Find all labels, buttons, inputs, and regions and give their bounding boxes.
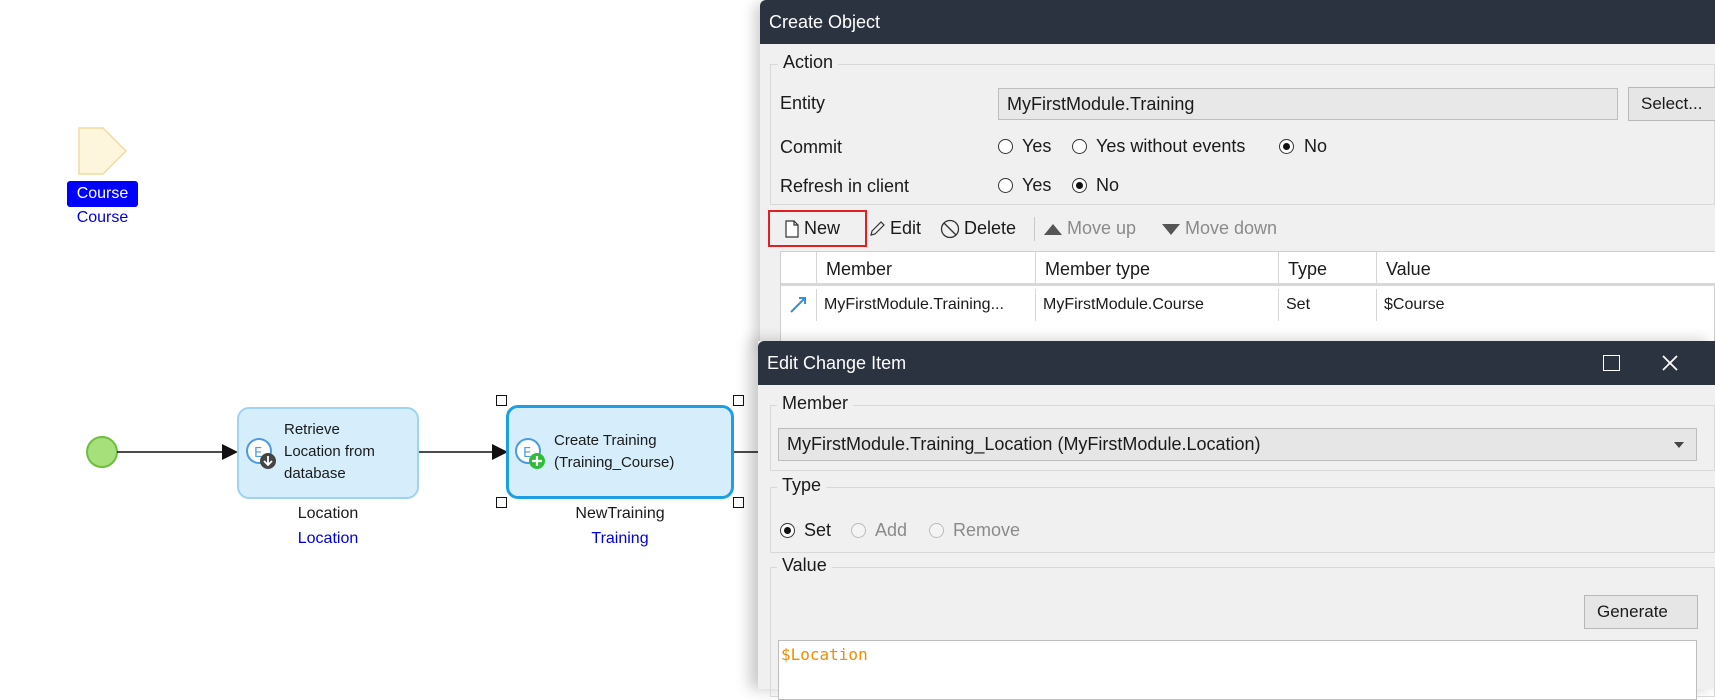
row-icon-cell — [781, 289, 817, 321]
commit-option-no: No — [1304, 136, 1328, 156]
edit-change-item-titlebar: Edit Change Item — [758, 341, 1715, 385]
column-header-member-type[interactable]: Member type — [1036, 252, 1279, 286]
type-radio-add[interactable] — [851, 523, 866, 538]
parameter-shape[interactable] — [78, 127, 128, 175]
selection-handle[interactable] — [733, 497, 744, 508]
edit-change-item-dialog: Edit Change Item Member MyFirstModule.Tr… — [758, 341, 1715, 700]
new-button[interactable]: New — [784, 218, 840, 239]
new-document-icon — [785, 219, 799, 238]
start-event[interactable] — [86, 436, 118, 468]
member-dropdown[interactable]: MyFirstModule.Training_Location (MyFirst… — [778, 428, 1697, 461]
type-radio-set[interactable] — [780, 523, 795, 538]
refresh-option-no: No — [1096, 175, 1120, 195]
activity-text-line: Retrieve — [284, 421, 340, 438]
entity-field[interactable]: MyFirstModule.Training — [998, 88, 1618, 120]
type-group — [770, 487, 1715, 553]
activity-create-object[interactable]: E Create Training (Training_Course) — [506, 405, 734, 499]
prohibited-icon — [940, 219, 960, 238]
activity-output-type: Location — [297, 530, 359, 547]
triangle-down-icon — [1162, 223, 1180, 235]
member-dropdown-value: MyFirstModule.Training_Location (MyFirst… — [787, 434, 1261, 454]
refresh-label: Refresh in client — [780, 176, 910, 196]
refresh-radio-no[interactable] — [1072, 178, 1087, 193]
activity-text-line: (Training_Course) — [554, 454, 675, 471]
delete-button[interactable]: Delete — [940, 218, 1016, 239]
microflow-canvas — [78, 127, 770, 468]
pencil-icon — [870, 220, 885, 236]
toolbar-divider — [1034, 217, 1035, 241]
activity-text-line: database — [284, 465, 346, 482]
action-group — [770, 64, 1715, 205]
commit-radio-yes-without-events[interactable] — [1072, 139, 1087, 154]
refresh-radio-yes[interactable] — [998, 178, 1013, 193]
member-group-title: Member — [777, 393, 854, 414]
edit-button-label: Edit — [890, 218, 922, 238]
column-header-type[interactable]: Type — [1279, 252, 1377, 286]
column-header-member[interactable]: Member — [817, 252, 1036, 286]
create-object-dialog: Create Object Action Entity MyFirstModul… — [760, 0, 1715, 345]
table-header-icon-column — [781, 252, 817, 286]
expression-editor[interactable]: $Location — [778, 640, 1697, 700]
row-value: $Course — [1384, 296, 1445, 313]
activity-output-variable: Location — [297, 505, 359, 522]
maximize-icon[interactable] — [1603, 355, 1620, 371]
new-button-label: New — [804, 218, 841, 238]
commit-radio-yes[interactable] — [998, 139, 1013, 154]
association-icon — [790, 297, 806, 313]
row-type: Set — [1279, 289, 1377, 321]
move-up-button[interactable]: Move up — [1043, 218, 1136, 239]
commit-option-yes: Yes — [1022, 136, 1052, 156]
retrieve-icon: E — [246, 438, 276, 469]
type-option-set: Set — [804, 520, 832, 540]
parameter-type: Course — [76, 209, 129, 226]
type-group-title: Type — [777, 475, 827, 496]
type-option-add: Add — [875, 520, 908, 540]
close-icon[interactable] — [1661, 354, 1679, 372]
parameter-name-badge[interactable]: Course — [67, 181, 138, 207]
value-group-title: Value — [777, 555, 832, 576]
create-object-icon: E — [515, 438, 545, 469]
refresh-option-yes: Yes — [1022, 175, 1052, 195]
type-option-remove: Remove — [953, 520, 1021, 540]
row-member: MyFirstModule.Training... — [817, 289, 1036, 321]
arrowhead-1 — [222, 444, 238, 460]
activity-text-line: Location from — [284, 443, 375, 460]
triangle-up-icon — [1044, 223, 1062, 235]
change-items-table: Member Member type Type Value MyFirstMod… — [780, 251, 1715, 345]
column-header-value[interactable]: Value — [1377, 252, 1715, 286]
selection-handle[interactable] — [496, 395, 507, 406]
table-row[interactable]: MyFirstModule.Training... MyFirstModule.… — [781, 289, 1715, 321]
delete-button-label: Delete — [964, 218, 1017, 238]
commit-option-yes-without-events: Yes without events — [1096, 136, 1246, 156]
dialog-title: Create Object — [760, 0, 1715, 44]
select-entity-button[interactable]: Select... — [1628, 87, 1715, 121]
activity-output-variable: NewTraining — [575, 505, 665, 522]
commit-label: Commit — [780, 137, 842, 157]
move-down-button[interactable]: Move down — [1161, 218, 1277, 239]
action-group-title: Action — [778, 52, 839, 73]
generate-button[interactable]: Generate — [1584, 595, 1698, 629]
selection-handle[interactable] — [733, 395, 744, 406]
edit-button[interactable]: Edit — [868, 218, 921, 239]
move-up-label: Move up — [1067, 218, 1137, 238]
activity-text-line: Create Training — [554, 432, 657, 449]
chevron-down-icon — [1674, 442, 1684, 448]
type-radio-remove[interactable] — [929, 523, 944, 538]
activity-retrieve[interactable]: E Retrieve Location from database — [237, 407, 419, 499]
commit-radio-no[interactable] — [1279, 139, 1294, 154]
dialog-title: Edit Change Item — [767, 352, 907, 373]
activity-output-type: Training — [591, 530, 649, 547]
move-down-label: Move down — [1185, 218, 1278, 238]
row-member-type: MyFirstModule.Course — [1036, 289, 1279, 321]
entity-label: Entity — [780, 93, 826, 113]
